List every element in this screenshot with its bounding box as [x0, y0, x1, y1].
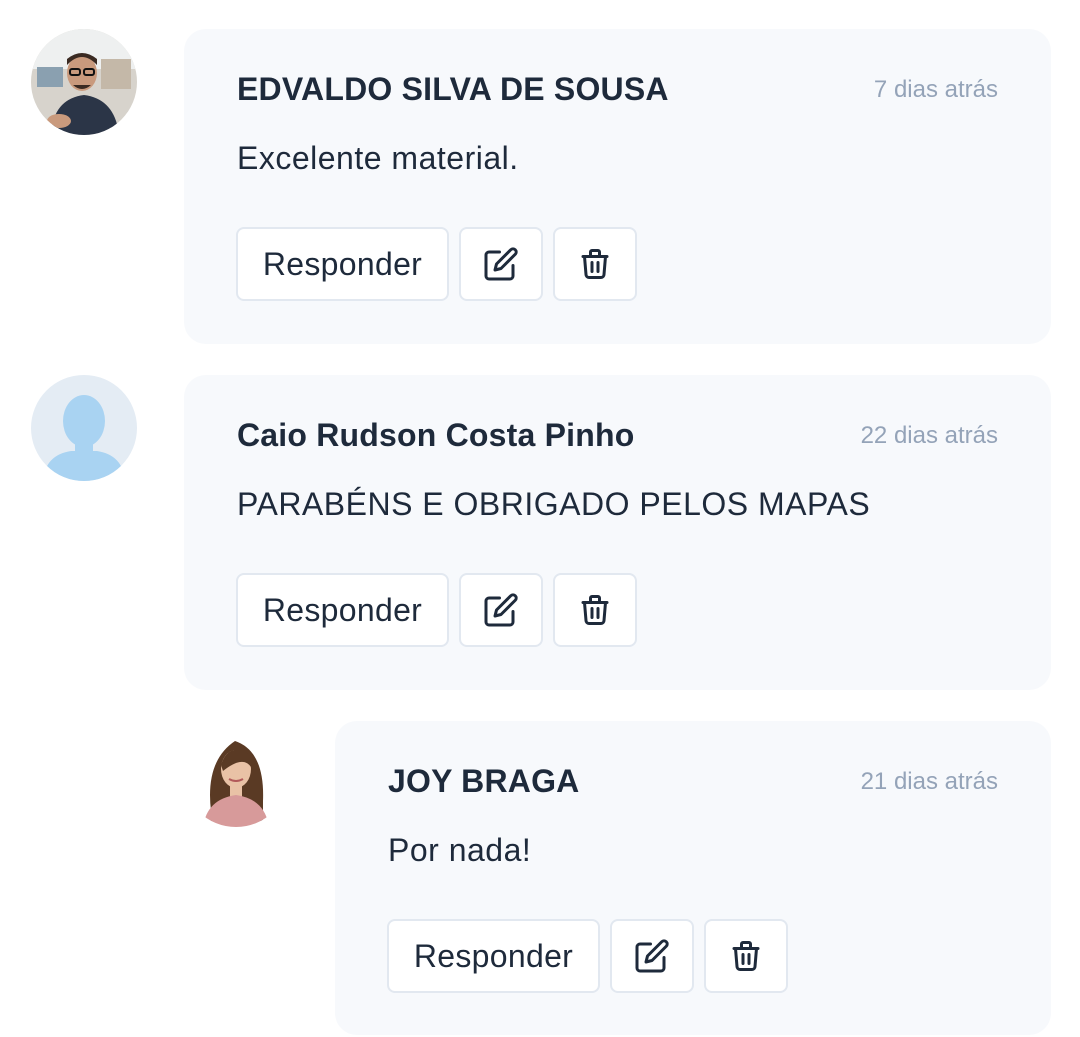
- avatar[interactable]: [31, 29, 137, 135]
- comment-timestamp: 7 dias atrás: [873, 76, 998, 103]
- comment-text: PARABÉNS E OBRIGADO PELOS MAPAS: [237, 486, 871, 522]
- comment-timestamp: 22 dias atrás: [860, 422, 998, 449]
- avatar[interactable]: [31, 375, 137, 481]
- trash-icon: [732, 941, 760, 971]
- comment-author[interactable]: EDVALDO SILVA DE SOUSA: [237, 71, 669, 108]
- edit-icon: [635, 939, 669, 973]
- comment-timestamp: 21 dias atrás: [860, 768, 998, 795]
- reply-button[interactable]: Responder: [236, 573, 449, 647]
- comment-author[interactable]: Caio Rudson Costa Pinho: [237, 417, 635, 454]
- edit-button[interactable]: [459, 227, 543, 301]
- edit-icon: [484, 593, 518, 627]
- trash-icon: [581, 249, 609, 279]
- comment-card: Caio Rudson Costa Pinho 22 dias atrás PA…: [184, 375, 1051, 690]
- comment-card: JOY BRAGA 21 dias atrás Por nada! Respon…: [335, 721, 1051, 1035]
- comment-author[interactable]: JOY BRAGA: [388, 763, 579, 800]
- trash-icon: [581, 595, 609, 625]
- reply-button[interactable]: Responder: [387, 919, 600, 993]
- delete-button[interactable]: [553, 573, 637, 647]
- delete-button[interactable]: [704, 919, 788, 993]
- edit-icon: [484, 247, 518, 281]
- avatar[interactable]: [183, 721, 289, 827]
- comment-text: Excelente material.: [237, 140, 519, 176]
- reply-button[interactable]: Responder: [236, 227, 449, 301]
- comment-text: Por nada!: [388, 832, 532, 868]
- comment-card: EDVALDO SILVA DE SOUSA 7 dias atrás Exce…: [184, 29, 1051, 344]
- edit-button[interactable]: [459, 573, 543, 647]
- edit-button[interactable]: [610, 919, 694, 993]
- delete-button[interactable]: [553, 227, 637, 301]
